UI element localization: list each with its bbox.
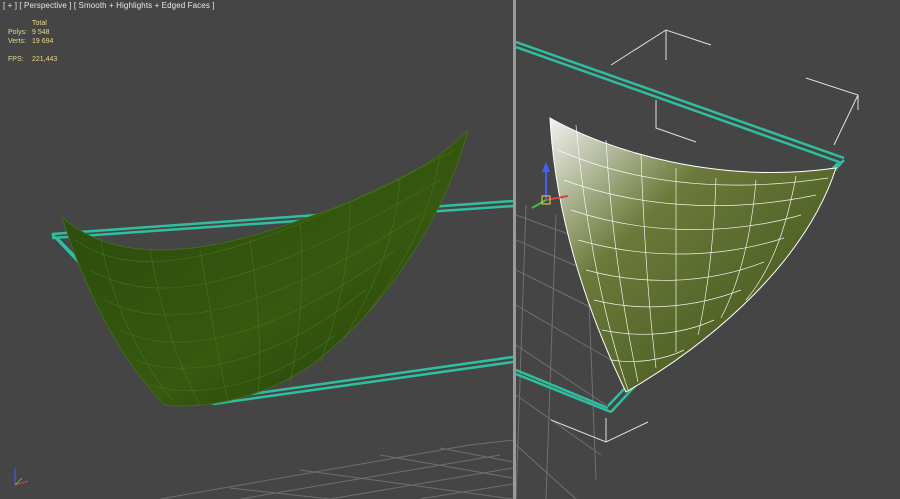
polys-label: Polys: (8, 29, 28, 36)
surface-mesh-selected (549, 117, 837, 393)
fps-label: FPS: (8, 56, 24, 63)
verts-value: 19 694 (32, 38, 54, 45)
perspective-viewport-left[interactable]: [ + ] [ Perspective ] [ Smooth + Highlig… (0, 0, 513, 499)
axis-gizmo-left (14, 468, 29, 486)
fps-value: 221,443 (32, 56, 58, 63)
viewport-plus-menu[interactable]: [ + ] (3, 1, 17, 10)
viewport-view-menu[interactable]: [ Perspective ] (19, 1, 71, 10)
polys-value: 9 548 (32, 29, 50, 36)
scene-right (516, 29, 859, 499)
scene-left (14, 129, 513, 499)
stats-header: Total (32, 20, 47, 27)
verts-label: Verts: (8, 38, 26, 45)
perspective-viewport-right[interactable] (516, 0, 900, 499)
surface-mesh (60, 129, 469, 407)
viewport-shading-menu[interactable]: [ Smooth + Highlights + Edged Faces ] (74, 1, 215, 10)
viewport-label: [ + ] [ Perspective ] [ Smooth + Highlig… (3, 1, 215, 10)
floor-grid (159, 439, 513, 499)
